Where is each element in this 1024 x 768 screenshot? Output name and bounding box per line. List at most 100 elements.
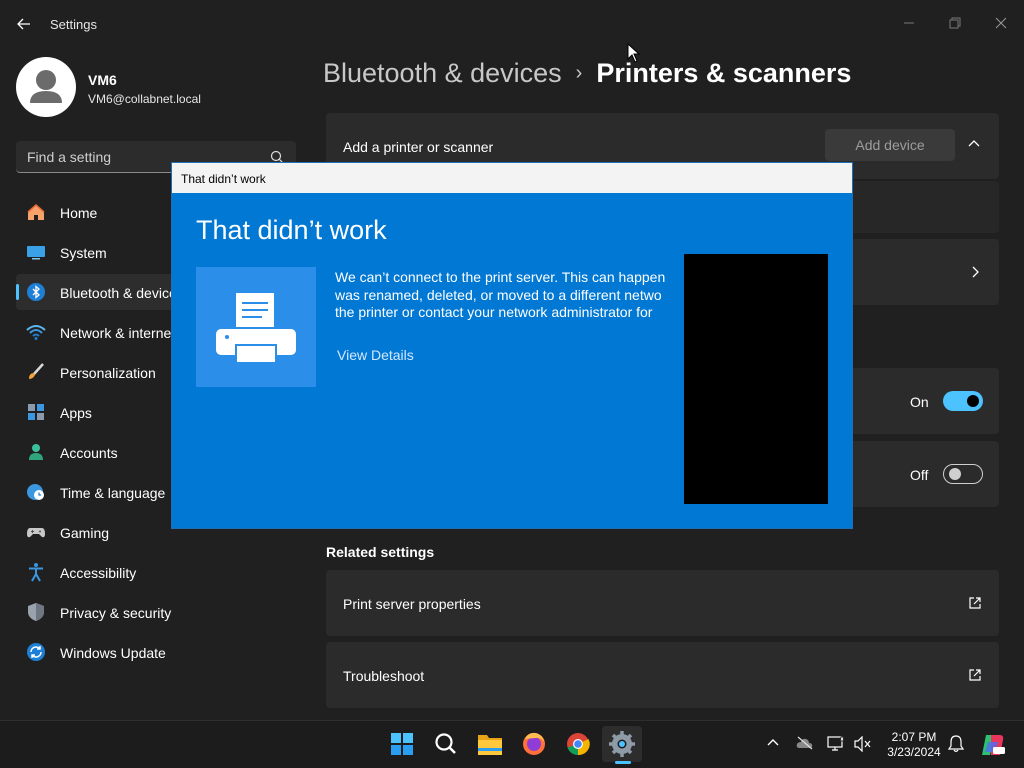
- system-icon: [27, 246, 45, 260]
- settings-icon: [609, 731, 635, 757]
- user-avatar-icon: [30, 70, 62, 103]
- settings-taskbar-button[interactable]: [602, 726, 642, 762]
- sidebar-item-label: Bluetooth & devices: [60, 285, 184, 301]
- maximize-button[interactable]: [932, 8, 978, 38]
- search-placeholder: Find a setting: [27, 149, 112, 165]
- printer-tile: [196, 267, 316, 387]
- error-dialog: That didn’t work That didn’t work We can…: [171, 162, 853, 529]
- app-title: Settings: [50, 17, 97, 32]
- dialog-title: That didn’t work: [181, 172, 266, 186]
- sidebar-item-windows-update[interactable]: Windows Update: [16, 634, 296, 670]
- minimize-icon: [904, 22, 914, 24]
- copilot-icon[interactable]: [980, 732, 1006, 758]
- dialog-message-line: We can’t connect to the print server. Th…: [335, 269, 666, 285]
- brush-icon: [29, 363, 44, 379]
- notification-bell-icon[interactable]: [948, 735, 964, 753]
- taskbar: 2:07 PM 3/23/2024: [0, 720, 1024, 768]
- clock-globe-icon: [27, 484, 44, 500]
- firefox-button[interactable]: [514, 729, 554, 768]
- chevron-right-icon: [972, 266, 979, 278]
- sidebar-item-label: System: [60, 245, 107, 261]
- dialog-message: We can’t connect to the print server. Th…: [335, 269, 685, 325]
- breadcrumb-separator: ›: [575, 62, 583, 84]
- chrome-button[interactable]: [558, 729, 598, 768]
- system-clock[interactable]: 2:07 PM 3/23/2024: [880, 730, 948, 760]
- search-icon: [435, 733, 456, 754]
- selection-indicator: [16, 284, 19, 300]
- active-app-indicator: [615, 761, 631, 764]
- network-icon[interactable]: [827, 736, 845, 752]
- sidebar-item-label: Apps: [60, 405, 92, 421]
- printer-icon: [216, 293, 296, 364]
- title-bar: Settings: [0, 0, 1024, 48]
- add-printer-label: Add a printer or scanner: [343, 139, 494, 155]
- breadcrumb: Bluetooth & devices › Printers & scanners: [323, 58, 851, 89]
- sidebar-item-label: Accounts: [60, 445, 118, 461]
- print-server-properties-card[interactable]: Print server properties: [326, 570, 999, 636]
- bluetooth-icon: [27, 283, 45, 301]
- user-profile[interactable]: VM6 VM6@collabnet.local: [16, 57, 296, 117]
- start-button[interactable]: [382, 729, 422, 768]
- sidebar-item-label: Network & internet: [60, 325, 176, 341]
- wifi-icon: [26, 325, 46, 340]
- onedrive-offline-icon[interactable]: [796, 736, 814, 750]
- toggle-knob: [949, 468, 961, 480]
- avatar: [16, 57, 76, 117]
- minimize-button[interactable]: [886, 8, 932, 38]
- firefox-icon: [523, 732, 545, 755]
- toggle-state-label: On: [910, 394, 929, 410]
- sidebar-item-accessibility[interactable]: Accessibility: [16, 554, 296, 590]
- update-icon: [27, 643, 45, 661]
- home-icon: [27, 204, 45, 220]
- toggle-state-label: Off: [910, 467, 929, 483]
- external-link-icon: [969, 597, 981, 609]
- gamepad-icon: [27, 528, 45, 538]
- sidebar-item-label: Time & language: [60, 485, 166, 501]
- chevron-up-icon[interactable]: [766, 736, 780, 750]
- sidebar-item-label: Home: [60, 205, 98, 221]
- clock-time: 2:07 PM: [891, 730, 937, 744]
- sidebar-item-privacy-security[interactable]: Privacy & security: [16, 594, 296, 630]
- file-explorer-button[interactable]: [470, 729, 510, 768]
- toggle-switch-on[interactable]: [943, 391, 983, 411]
- mouse-cursor-icon: [627, 43, 641, 63]
- sidebar-item-label: Personalization: [60, 365, 156, 381]
- external-link-icon: [969, 669, 981, 681]
- back-arrow-icon: [17, 18, 30, 30]
- breadcrumb-parent[interactable]: Bluetooth & devices: [323, 58, 562, 88]
- accounts-icon: [29, 444, 43, 460]
- back-button[interactable]: [14, 14, 34, 34]
- related-settings-title: Related settings: [326, 544, 435, 560]
- redacted-area: [684, 254, 828, 504]
- sidebar-item-label: Windows Update: [60, 645, 166, 661]
- shield-icon: [28, 603, 44, 621]
- profile-email: VM6@collabnet.local: [88, 92, 201, 106]
- troubleshoot-label: Troubleshoot: [343, 668, 425, 684]
- volume-muted-icon[interactable]: [854, 736, 872, 752]
- sidebar-item-label: Gaming: [60, 525, 110, 541]
- profile-name: VM6: [88, 72, 117, 88]
- dialog-message-line: the printer or contact your network admi…: [335, 304, 653, 320]
- sidebar-item-label: Privacy & security: [60, 605, 172, 621]
- apps-icon: [28, 404, 44, 420]
- close-button[interactable]: [978, 8, 1024, 38]
- restore-icon: [949, 17, 961, 29]
- dialog-heading: That didn’t work: [196, 215, 387, 245]
- file-explorer-icon: [478, 735, 502, 755]
- toggle-switch-off[interactable]: [943, 464, 983, 484]
- troubleshoot-card[interactable]: Troubleshoot: [326, 642, 999, 708]
- accessibility-icon: [29, 563, 43, 582]
- close-icon: [995, 17, 1007, 29]
- sidebar-item-label: Accessibility: [60, 565, 137, 581]
- add-device-button[interactable]: Add device: [825, 129, 955, 161]
- clock-date: 3/23/2024: [887, 745, 941, 759]
- print-server-label: Print server properties: [343, 596, 481, 612]
- start-icon: [391, 733, 413, 755]
- chrome-icon: [567, 733, 590, 756]
- chevron-up-icon[interactable]: [968, 139, 980, 147]
- view-details-link[interactable]: View Details: [337, 347, 414, 363]
- dialog-message-line: was renamed, deleted, or moved to a diff…: [335, 286, 662, 303]
- taskbar-search-button[interactable]: [426, 729, 466, 768]
- toggle-knob: [967, 395, 979, 407]
- dialog-title-bar[interactable]: That didn’t work: [172, 163, 852, 193]
